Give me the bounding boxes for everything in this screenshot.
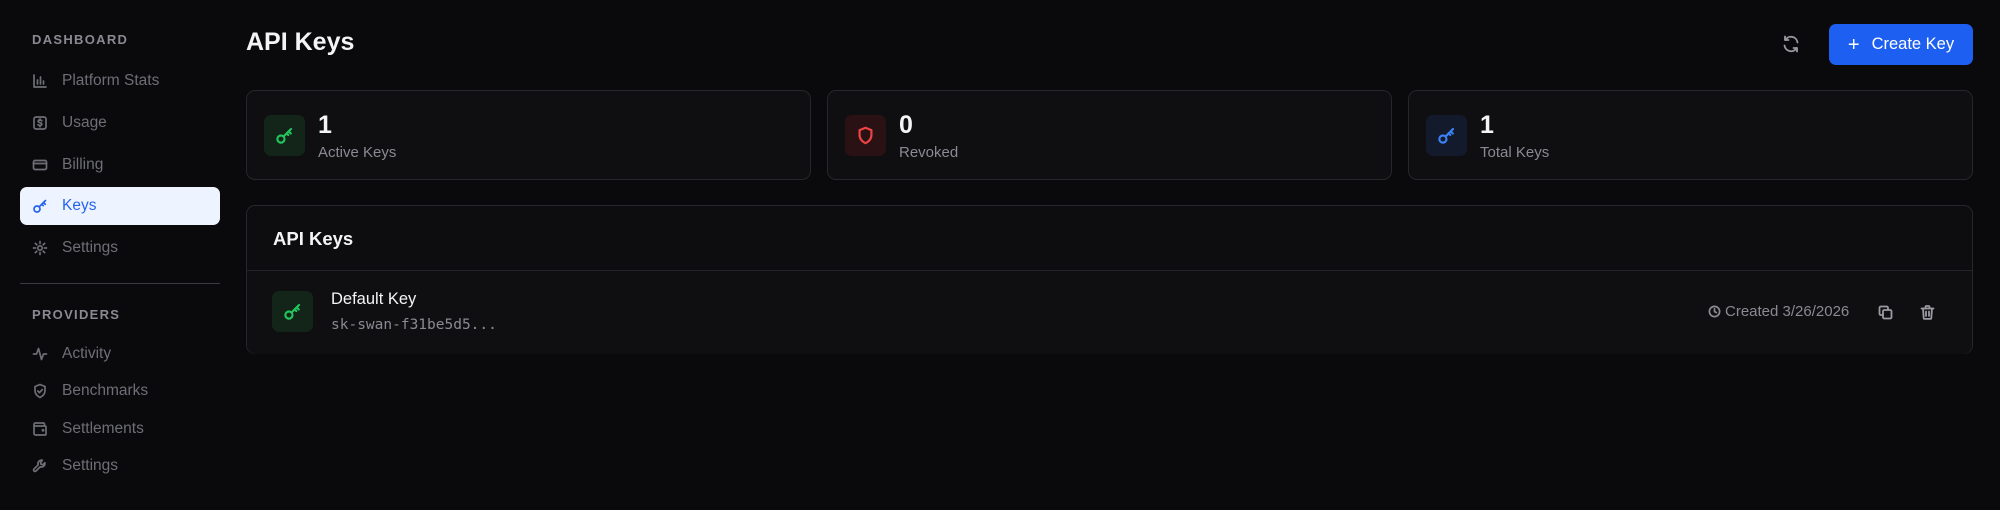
- wrench-icon: [32, 458, 48, 474]
- sidebar-item-keys[interactable]: Keys: [20, 187, 220, 225]
- key-secret: sk-swan-f31be5d5...: [331, 317, 497, 333]
- stat-card-active-keys: 1 Active Keys: [246, 90, 811, 180]
- bar-chart-icon: [32, 73, 48, 89]
- key-name: Default Key: [331, 290, 417, 308]
- credit-card-icon: [32, 157, 48, 173]
- key-created: Created 3/26/2026: [1708, 303, 1849, 320]
- refresh-icon: [1781, 34, 1801, 54]
- stat-value: 1: [1480, 111, 1494, 139]
- key-icon: [264, 115, 305, 156]
- delete-key-button[interactable]: [1916, 301, 1938, 323]
- sidebar-item-label: Billing: [62, 156, 104, 173]
- create-key-label: Create Key: [1871, 35, 1955, 53]
- copy-key-button[interactable]: [1874, 301, 1896, 323]
- sidebar-item-settings[interactable]: Settings: [20, 229, 220, 267]
- key-icon: [272, 291, 313, 332]
- sidebar-item-platform-stats[interactable]: Platform Stats: [20, 62, 220, 100]
- sidebar-item-label: Platform Stats: [62, 72, 160, 89]
- stat-label: Active Keys: [318, 144, 397, 161]
- stat-label: Revoked: [899, 144, 959, 161]
- shield-check-icon: [32, 383, 48, 399]
- sidebar-item-label: Settings: [62, 239, 119, 256]
- sidebar-item-label: Settings: [62, 457, 119, 474]
- app-root: DASHBOARD Platform Stats Usage Billing K…: [0, 0, 2000, 510]
- sidebar-divider: [20, 283, 220, 284]
- refresh-button[interactable]: [1775, 28, 1807, 60]
- sidebar-item-label: Usage: [62, 114, 107, 131]
- key-icon: [32, 198, 48, 214]
- sidebar-item-provider-settings[interactable]: Settings: [20, 447, 220, 485]
- copy-icon: [1877, 304, 1894, 321]
- panel-title: API Keys: [273, 228, 354, 249]
- sidebar-item-activity[interactable]: Activity: [20, 335, 220, 373]
- wallet-icon: [32, 421, 48, 437]
- page-title: API Keys: [246, 28, 355, 56]
- gear-icon: [32, 240, 48, 256]
- created-date: Created 3/26/2026: [1725, 303, 1850, 320]
- create-key-button[interactable]: + Create Key: [1829, 24, 1973, 65]
- key-row: Default Key sk-swan-f31be5d5... Created …: [247, 271, 1972, 354]
- api-keys-panel: API Keys Default Key sk-swan-f31be5d5...…: [246, 205, 1973, 354]
- sidebar-item-settlements[interactable]: Settlements: [20, 410, 220, 448]
- sidebar-item-usage[interactable]: Usage: [20, 104, 220, 142]
- stat-value: 0: [899, 111, 913, 139]
- activity-icon: [32, 346, 48, 362]
- main-content: API Keys + Create Key 1 Active Keys 0 Re…: [246, 0, 2000, 510]
- stat-card-total-keys: 1 Total Keys: [1408, 90, 1973, 180]
- key-icon: [1426, 115, 1467, 156]
- dollar-square-icon: [32, 115, 48, 131]
- stat-value: 1: [318, 111, 332, 139]
- clock-icon: [1708, 305, 1725, 318]
- sidebar-item-label: Settlements: [62, 420, 144, 437]
- sidebar-item-billing[interactable]: Billing: [20, 146, 220, 184]
- plus-icon: +: [1847, 33, 1860, 56]
- sidebar-item-benchmarks[interactable]: Benchmarks: [20, 372, 220, 410]
- shield-icon: [845, 115, 886, 156]
- sidebar-item-label: Activity: [62, 345, 112, 362]
- stat-card-revoked: 0 Revoked: [827, 90, 1392, 180]
- sidebar: DASHBOARD Platform Stats Usage Billing K…: [0, 0, 246, 510]
- section-label-providers: PROVIDERS: [32, 307, 121, 322]
- trash-icon: [1919, 304, 1936, 321]
- sidebar-item-label: Benchmarks: [62, 382, 149, 399]
- section-label-dashboard: DASHBOARD: [32, 32, 129, 47]
- sidebar-item-label: Keys: [62, 197, 97, 214]
- stat-label: Total Keys: [1480, 144, 1550, 161]
